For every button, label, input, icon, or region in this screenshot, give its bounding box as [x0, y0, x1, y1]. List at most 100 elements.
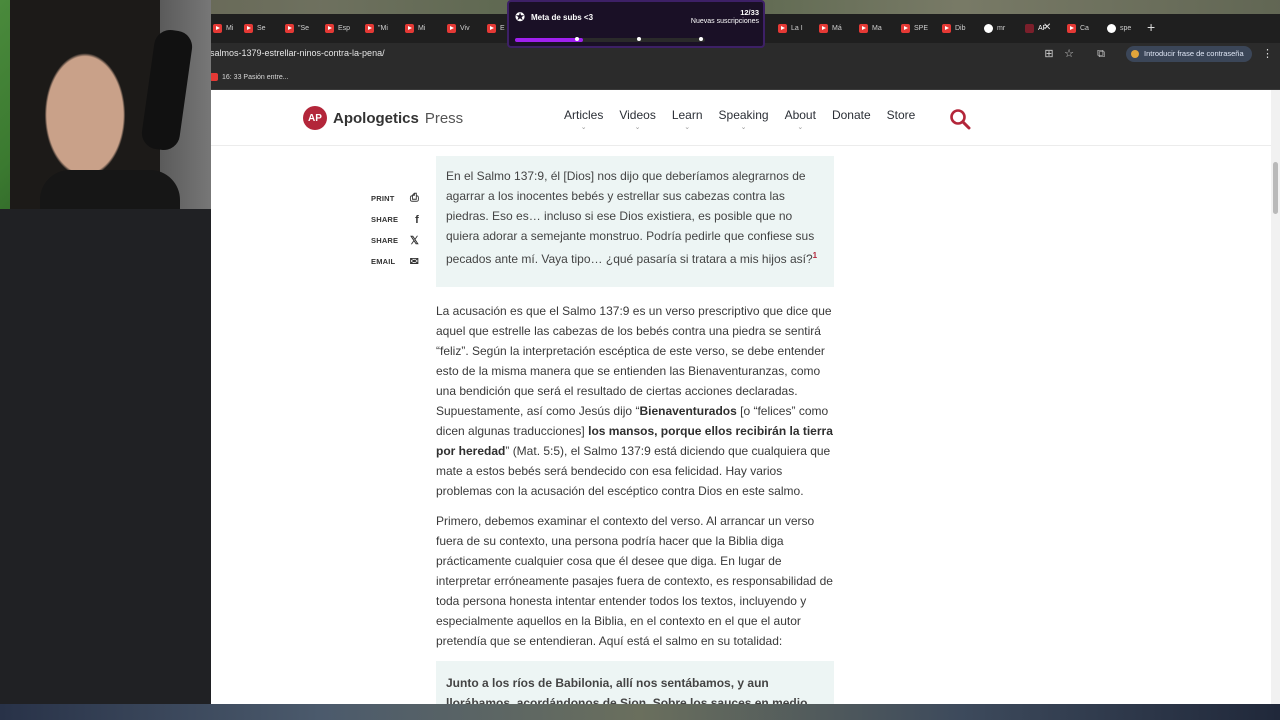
nav-item-donate[interactable]: Donate: [832, 108, 871, 131]
nav-item-about[interactable]: About ⌄: [785, 108, 816, 131]
tab-label: spe: [1120, 24, 1132, 32]
browser-tab[interactable]: Dib: [942, 20, 966, 36]
tab-label: mr: [997, 24, 1006, 32]
browser-tab[interactable]: spe: [1107, 20, 1131, 36]
tab-favicon-icon: [244, 23, 253, 33]
tab-label: Mi: [418, 24, 426, 32]
share-facebook-button[interactable]: SHARE f: [371, 209, 419, 230]
x-icon: 𝕏: [409, 235, 419, 247]
tab-label: "Mi: [378, 24, 388, 32]
email-label: EMAIL: [371, 257, 396, 266]
chevron-down-icon: ⌄: [684, 124, 691, 131]
bookmark-item[interactable]: 16: 33 Pasión entre...: [210, 73, 289, 81]
browser-tab[interactable]: Mi: [213, 20, 233, 36]
bookmark-star-icon[interactable]: ☆: [1063, 48, 1075, 60]
share-x-button[interactable]: SHARE 𝕏: [371, 230, 419, 251]
psalm-quote: Junto a los ríos de Babilonia, allí nos …: [436, 661, 834, 704]
nav-item-articles[interactable]: Articles ⌄: [564, 108, 603, 131]
desktop-strip: [0, 704, 1280, 720]
youtube-icon: [210, 73, 218, 81]
quote-text: En el Salmo 137:9, él [Dios] nos dijo qu…: [446, 169, 815, 266]
tab-favicon-icon: [365, 23, 374, 33]
footnote-link[interactable]: 1: [813, 251, 817, 260]
nav-label: Learn: [671, 108, 703, 122]
webcam-overlay: [0, 0, 211, 209]
browser-menu-icon[interactable]: ⋮: [1262, 47, 1273, 60]
chevron-down-icon: ⌄: [634, 124, 641, 131]
page-scrollbar[interactable]: [1271, 90, 1280, 704]
goal-subtitle: Nuevas suscripciones: [690, 18, 759, 25]
tab-favicon-icon: [447, 23, 456, 33]
passkey-button[interactable]: Introducir frase de contraseña: [1126, 46, 1252, 62]
translate-icon[interactable]: ⊞: [1043, 48, 1055, 60]
tab-favicon-icon: [901, 23, 910, 33]
search-icon[interactable]: [949, 108, 971, 130]
print-button[interactable]: PRINT ⎙: [371, 188, 419, 209]
browser-tab[interactable]: mr: [984, 20, 1005, 36]
browser-tab[interactable]: Ma: [859, 20, 882, 36]
close-tab-icon[interactable]: ✕: [1043, 22, 1051, 33]
nav-label: Speaking: [718, 108, 769, 122]
tab-label: "Se: [298, 24, 310, 32]
bookmark-label: 16: 33 Pasión entre...: [222, 73, 289, 81]
new-tab-button[interactable]: +: [1147, 19, 1155, 35]
tab-label: Dib: [955, 24, 966, 32]
browser-tab[interactable]: Viv: [447, 20, 470, 36]
address-bar-url[interactable]: salmos-1379-estrellar-ninos-contra-la-pe…: [210, 48, 385, 58]
tab-label: SPE: [914, 24, 929, 32]
tab-label: Se: [257, 24, 266, 32]
paragraph-2: Primero, debemos examinar el contexto de…: [436, 514, 833, 648]
nav-item-store[interactable]: Store: [887, 108, 916, 131]
browser-tab[interactable]: E: [487, 20, 505, 36]
browser-tab[interactable]: Ca: [1067, 20, 1089, 36]
progress-marker: [637, 37, 641, 41]
printer-icon: ⎙: [410, 192, 419, 204]
browser-tab[interactable]: Esp: [325, 20, 350, 36]
tab-favicon-icon: [405, 23, 414, 33]
chevron-down-icon: ⌄: [580, 124, 587, 131]
progress-marker: [575, 37, 579, 41]
logo-name-press: Press: [424, 109, 464, 127]
nav-item-learn[interactable]: Learn ⌄: [672, 108, 703, 131]
nav-label: Store: [886, 108, 916, 122]
share-label: SHARE: [371, 215, 399, 224]
browser-tab[interactable]: Se: [244, 20, 266, 36]
tab-favicon-icon: [984, 23, 993, 33]
streamer-shirt: [40, 170, 180, 209]
nav-label: Donate: [831, 108, 871, 122]
site-header: AP Apologetics Press Articles ⌄ Videos ⌄ L…: [211, 90, 1271, 146]
tab-favicon-icon: [942, 23, 951, 33]
tab-label: Ma: [872, 24, 882, 32]
goal-title: Meta de subs <3: [531, 13, 594, 22]
tab-favicon-icon: [1067, 23, 1076, 33]
browser-tab[interactable]: "Mi: [365, 20, 388, 36]
tab-label: La I: [791, 24, 803, 32]
browser-tab[interactable]: Má: [819, 20, 842, 36]
nav-item-speaking[interactable]: Speaking ⌄: [719, 108, 769, 131]
web-page: AP Apologetics Press Articles ⌄ Videos ⌄ L…: [211, 90, 1271, 704]
nav-label: About: [784, 108, 816, 122]
blockquote: En el Salmo 137:9, él [Dios] nos dijo qu…: [436, 156, 834, 287]
tab-label: Má: [832, 24, 842, 32]
goal-count: 12/33: [740, 8, 759, 17]
scrollbar-thumb[interactable]: [1273, 162, 1278, 214]
tab-favicon-icon: [213, 23, 222, 33]
main-nav: Articles ⌄ Videos ⌄ Learn ⌄ Speaking ⌄ About…: [564, 108, 915, 131]
tab-favicon-icon: [285, 23, 294, 33]
nav-item-videos[interactable]: Videos ⌄: [619, 108, 655, 131]
extensions-icon[interactable]: ⧉: [1095, 48, 1107, 60]
article-body: En el Salmo 137:9, él [Dios] nos dijo qu…: [436, 156, 834, 704]
chevron-down-icon: ⌄: [740, 124, 747, 131]
site-logo[interactable]: AP Apologetics Press: [303, 106, 463, 130]
browser-tab[interactable]: La I: [778, 20, 803, 36]
tab-favicon-icon: [778, 23, 787, 33]
browser-tab[interactable]: SPE: [901, 20, 928, 36]
browser-tab[interactable]: "Se: [285, 20, 309, 36]
envelope-icon: ✉: [409, 256, 419, 268]
star-icon: ✪: [515, 10, 526, 24]
email-button[interactable]: EMAIL ✉: [371, 251, 419, 272]
tab-label: Esp: [338, 24, 351, 32]
tab-favicon-icon: [859, 23, 868, 33]
browser-tab[interactable]: Mi: [405, 20, 425, 36]
tab-label: E: [500, 24, 505, 32]
